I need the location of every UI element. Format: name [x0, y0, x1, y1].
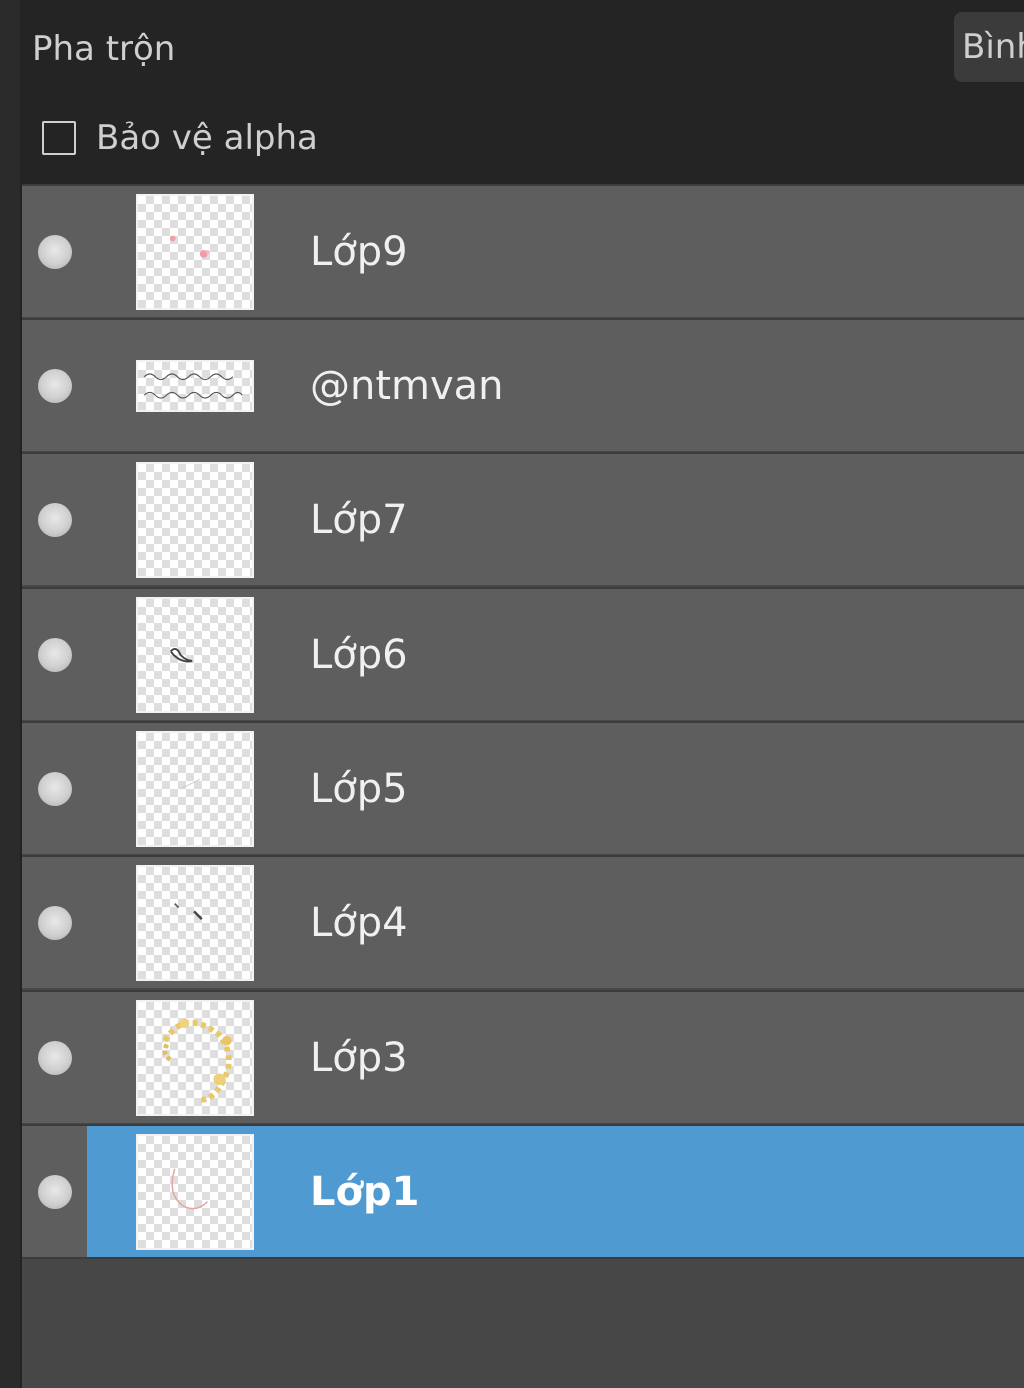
visibility-toggle-icon[interactable]	[38, 637, 72, 672]
visibility-toggle-icon[interactable]	[38, 502, 72, 537]
layer-thumbnail	[136, 999, 254, 1116]
layer-row[interactable]: Lớp3	[22, 990, 1024, 1123]
layer-row[interactable]: Lớp6	[22, 587, 1024, 720]
panel-left-edge	[0, 0, 20, 1388]
layer-thumbnail	[136, 193, 254, 310]
layer-name: Lớp7	[310, 496, 408, 543]
visibility-toggle-icon[interactable]	[38, 1174, 72, 1209]
layer-row[interactable]: Lớp7	[22, 452, 1024, 585]
layer-name: Lớp5	[310, 765, 408, 812]
visibility-toggle-icon[interactable]	[38, 905, 72, 940]
blend-mode-dropdown[interactable]: Bình	[954, 12, 1024, 82]
alpha-protect-label: Bảo vệ alpha	[96, 118, 318, 158]
layer-thumbnail	[136, 864, 254, 981]
layer-row-selected[interactable]: Lớp1	[22, 1124, 1024, 1257]
layer-thumbnail	[136, 461, 254, 578]
layer-name: Lớp3	[310, 1034, 408, 1081]
visibility-toggle-icon[interactable]	[38, 234, 72, 269]
alpha-protect-checkbox[interactable]	[42, 121, 76, 155]
layer-row[interactable]: Lớp5	[22, 721, 1024, 854]
layer-name: Lớp6	[310, 631, 408, 678]
layer-thumbnail	[136, 730, 254, 847]
layer-name: Lớp1	[310, 1168, 420, 1215]
alpha-protect-row[interactable]: Bảo vệ alpha	[42, 116, 318, 160]
layer-list: Lớp9 @ntmvan Lớp7 Lớp6 Lớp5 Lớp4 Lớp3 Lớ…	[22, 184, 1024, 1388]
layer-name: Lớp4	[310, 899, 408, 946]
layer-row[interactable]: Lớp9	[22, 184, 1024, 317]
layer-row[interactable]: Lớp4	[22, 855, 1024, 988]
visibility-toggle-icon[interactable]	[38, 771, 72, 806]
layer-name: @ntmvan	[310, 362, 504, 409]
layer-list-bottom-divider	[22, 1257, 1024, 1259]
layer-options-header: Pha trộn Bình Bảo vệ alpha	[20, 0, 1024, 184]
layer-thumbnail	[136, 1133, 254, 1250]
layer-thumbnail	[136, 359, 254, 412]
layer-name: Lớp9	[310, 228, 408, 275]
visibility-toggle-icon[interactable]	[38, 368, 72, 403]
blend-mode-label: Pha trộn	[32, 29, 176, 69]
layer-thumbnail	[136, 596, 254, 713]
layer-row[interactable]: @ntmvan	[22, 318, 1024, 451]
visibility-toggle-icon[interactable]	[38, 1040, 72, 1075]
